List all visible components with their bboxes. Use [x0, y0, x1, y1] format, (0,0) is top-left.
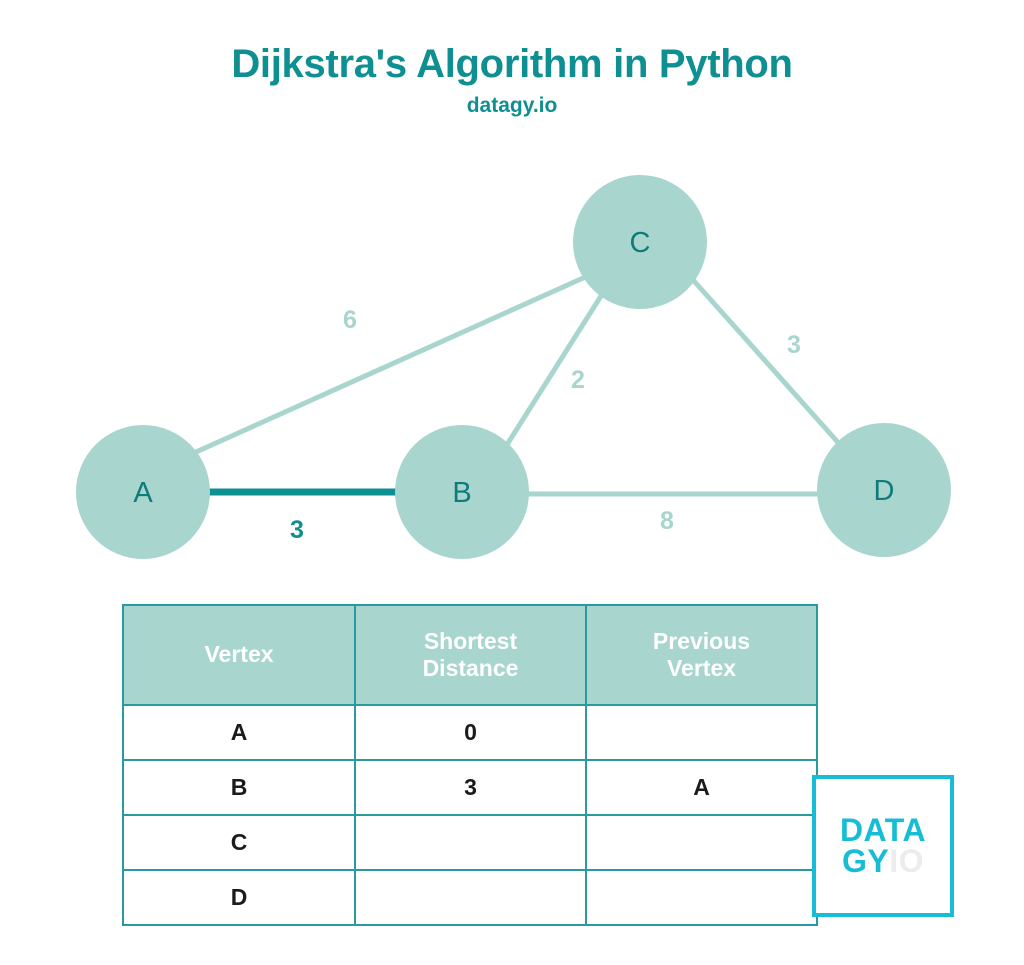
column-header-vertex-line1: Vertex [204, 641, 274, 668]
edge-weight-a-b: 3 [290, 516, 304, 544]
edge-weight-a-c: 6 [343, 306, 357, 334]
table-header-row: Vertex Shortest Distance Previous Vertex [122, 604, 818, 706]
column-header-previous-vertex: Previous Vertex [585, 604, 818, 706]
edge-weight-b-c: 2 [571, 366, 585, 394]
page-title: Dijkstra's Algorithm in Python [231, 42, 793, 86]
logo-inner: DATA GYIO [816, 779, 950, 913]
graph-nodes: A B C D [76, 175, 951, 559]
logo-text-io: IO [889, 843, 924, 879]
cell-previous-vertex [585, 869, 818, 926]
page-header: Dijkstra's Algorithm in Python datagy.io [0, 0, 1024, 117]
graph-node-label-c: C [630, 227, 651, 259]
column-header-previous-vertex-line2: Vertex [666, 655, 737, 681]
edge-weight-b-d: 8 [660, 507, 674, 535]
graph-edge-c-d [691, 278, 846, 451]
cell-vertex: D [122, 869, 356, 926]
table-row: C [122, 814, 818, 871]
graph-node-label-b: B [452, 477, 471, 509]
datagy-logo: DATA GYIO [812, 775, 954, 917]
graph-edge-a-c [193, 271, 595, 455]
table-row: B 3 A [122, 759, 818, 816]
logo-text-gyio: GYIO [841, 843, 924, 879]
logo-text-data: DATA [839, 812, 927, 849]
table-row: D [122, 869, 818, 926]
cell-shortest-distance [354, 869, 587, 926]
cell-previous-vertex [585, 814, 818, 871]
logo-text-gy: GY [841, 843, 890, 879]
cell-shortest-distance: 0 [354, 704, 587, 761]
table-body: A 0 B 3 A C D [122, 704, 818, 926]
graph-edge-weights: 6 3 2 3 8 [290, 306, 801, 544]
table-row: A 0 [122, 704, 818, 761]
page-subtitle: datagy.io [466, 94, 558, 117]
shortest-distance-table: Vertex Shortest Distance Previous Vertex… [122, 604, 818, 926]
column-header-shortest-distance-line1: Shortest [423, 627, 518, 654]
cell-shortest-distance [354, 814, 587, 871]
graph-diagram: A B C D 6 3 2 3 8 [0, 150, 1024, 590]
graph-node-label-a: A [133, 477, 153, 509]
cell-previous-vertex [585, 704, 818, 761]
column-header-shortest-distance: Shortest Distance [354, 604, 587, 706]
column-header-previous-vertex-line1: Previous [652, 627, 751, 654]
graph-edge-b-c [505, 293, 604, 446]
column-header-vertex: Vertex [122, 604, 356, 706]
column-header-shortest-distance-line2: Distance [422, 655, 519, 681]
graph-node-label-d: D [874, 475, 895, 507]
cell-previous-vertex: A [585, 759, 818, 816]
cell-shortest-distance: 3 [354, 759, 587, 816]
edge-weight-c-d: 3 [787, 331, 801, 359]
table-header: Vertex Shortest Distance Previous Vertex [122, 604, 818, 706]
cell-vertex: C [122, 814, 356, 871]
cell-vertex: A [122, 704, 356, 761]
graph-svg: A B C D 6 3 2 3 8 [76, 175, 951, 559]
cell-vertex: B [122, 759, 356, 816]
